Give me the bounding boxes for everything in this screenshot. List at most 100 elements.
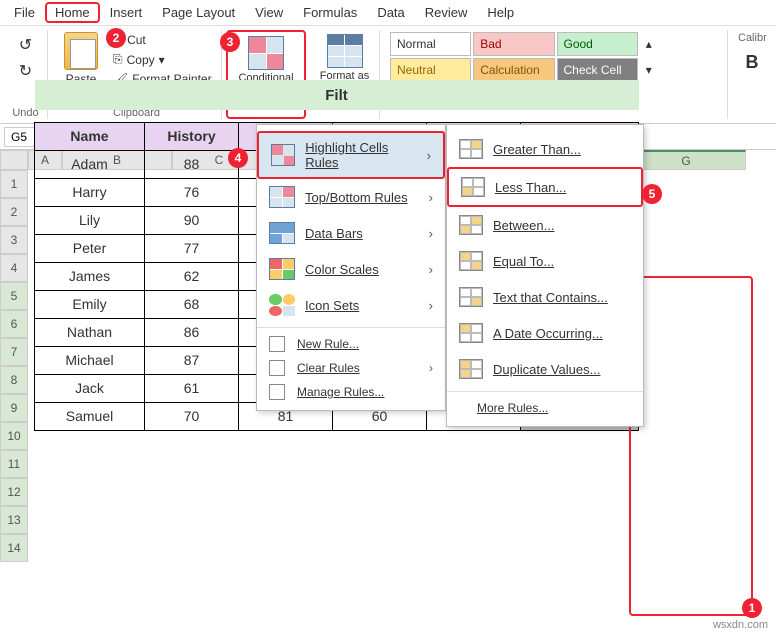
undo-button[interactable]: ↺ (16, 32, 35, 58)
menu-data[interactable]: Data (367, 2, 414, 23)
chevron-right-icon: › (429, 361, 433, 375)
style-neutral[interactable]: Neutral (390, 58, 471, 82)
row-14[interactable]: 14 (0, 534, 28, 562)
cell-name[interactable]: Jack (35, 374, 145, 402)
is-label: Icon Sets (305, 298, 359, 313)
menu-icon-sets[interactable]: Icon Sets› (257, 287, 445, 323)
mr-label: Manage Rules... (297, 385, 384, 399)
do-label: A Date Occurring... (493, 326, 603, 341)
row-2[interactable]: 2 (0, 198, 28, 226)
badge-4: 4 (228, 148, 248, 168)
style-checkcell[interactable]: Check Cell (557, 58, 638, 82)
styles-more[interactable]: ▾ (640, 58, 654, 82)
menu-review[interactable]: Review (415, 2, 478, 23)
menu-clear-rules[interactable]: Clear Rules › (257, 356, 445, 380)
cell-history[interactable]: 61 (145, 374, 239, 402)
chevron-right-icon: › (429, 226, 433, 241)
cell-name[interactable]: Emily (35, 290, 145, 318)
tc-label: Text that Contains... (493, 290, 608, 305)
cs-label: Color Scales (305, 262, 379, 277)
menu-less-than[interactable]: Less Than... (447, 167, 643, 207)
cell-history[interactable]: 86 (145, 318, 239, 346)
cell-history[interactable]: 77 (145, 234, 239, 262)
style-calculation[interactable]: Calculation (473, 58, 554, 82)
cell-history[interactable]: 87 (145, 346, 239, 374)
paste-button[interactable]: Paste (58, 32, 104, 87)
cell-name[interactable]: Peter (35, 234, 145, 262)
row-11[interactable]: 11 (0, 450, 28, 478)
cell-name[interactable]: Samuel (35, 402, 145, 430)
cell-name[interactable]: Nathan (35, 318, 145, 346)
styles-scroll-up[interactable]: ▴ (640, 32, 654, 56)
row-10[interactable]: 10 (0, 422, 28, 450)
copy-label: Copy (127, 53, 155, 67)
menu-view[interactable]: View (245, 2, 293, 23)
cell-name[interactable]: James (35, 262, 145, 290)
hcr-label: Highlight Cells Rules (305, 140, 416, 170)
gt-icon (459, 139, 483, 159)
row-13[interactable]: 13 (0, 506, 28, 534)
hcr-icon (271, 144, 295, 166)
cs-icon (269, 258, 295, 280)
menu-date-occurring[interactable]: A Date Occurring... (447, 315, 643, 351)
cell-name[interactable]: Harry (35, 178, 145, 206)
watermark: wsxdn.com (713, 619, 768, 631)
menu-greater-than[interactable]: Greater Than... (447, 131, 643, 167)
row-5[interactable]: 5 (0, 282, 28, 310)
menu-manage-rules[interactable]: Manage Rules... (257, 380, 445, 404)
copy-button[interactable]: ⎘Copy ▾ (110, 51, 215, 68)
menu-formulas[interactable]: Formulas (293, 2, 367, 23)
menu-data-bars[interactable]: Data Bars› (257, 215, 445, 251)
row-1[interactable]: 1 (0, 170, 28, 198)
bold-button[interactable]: B (738, 52, 766, 73)
menu-more-rules[interactable]: More Rules... (447, 396, 643, 420)
chevron-down-icon: ▾ (159, 53, 165, 67)
tbr-label: Top/Bottom Rules (305, 190, 408, 205)
row-4[interactable]: 4 (0, 254, 28, 282)
header-name: Name (35, 122, 145, 150)
menu-new-rule[interactable]: New Rule... (257, 332, 445, 356)
menu-text-contains[interactable]: Text that Contains... (447, 279, 643, 315)
style-good[interactable]: Good (557, 32, 638, 56)
row-7[interactable]: 7 (0, 338, 28, 366)
row-8[interactable]: 8 (0, 366, 28, 394)
lt-icon (461, 177, 485, 197)
cell-history[interactable]: 68 (145, 290, 239, 318)
managerule-icon (269, 384, 285, 400)
cell-name[interactable]: Adam (35, 150, 145, 178)
row-12[interactable]: 12 (0, 478, 28, 506)
menu-duplicate-values[interactable]: Duplicate Values... (447, 351, 643, 387)
menu-file[interactable]: File (4, 2, 45, 23)
cell-history[interactable]: 90 (145, 206, 239, 234)
cell-history[interactable]: 88 (145, 150, 239, 178)
style-bad[interactable]: Bad (473, 32, 554, 56)
row-3[interactable]: 3 (0, 226, 28, 254)
menu-help[interactable]: Help (477, 2, 524, 23)
menu-home[interactable]: Home (45, 2, 100, 23)
menu-highlight-cells-rules[interactable]: Highlight Cells Rules › (257, 131, 445, 179)
cell-history[interactable]: 70 (145, 402, 239, 430)
cr-label: Clear Rules (297, 361, 360, 375)
select-all-corner[interactable] (0, 150, 28, 170)
lt-label: Less Than... (495, 180, 566, 195)
menu-color-scales[interactable]: Color Scales› (257, 251, 445, 287)
row-9[interactable]: 9 (0, 394, 28, 422)
menu-equal-to[interactable]: Equal To... (447, 243, 643, 279)
badge-5: 5 (642, 184, 662, 204)
chevron-right-icon: › (427, 148, 431, 163)
cell-history[interactable]: 76 (145, 178, 239, 206)
redo-button[interactable]: ↻ (16, 58, 35, 84)
col-G[interactable]: G (626, 150, 746, 170)
row-6[interactable]: 6 (0, 310, 28, 338)
menu-top-bottom-rules[interactable]: Top/Bottom Rules› (257, 179, 445, 215)
cell-name[interactable]: Lily (35, 206, 145, 234)
conditional-formatting-menu: Highlight Cells Rules› Top/Bottom Rules›… (256, 124, 446, 411)
cell-history[interactable]: 62 (145, 262, 239, 290)
menu-insert[interactable]: Insert (100, 2, 153, 23)
menu-pagelayout[interactable]: Page Layout (152, 2, 245, 23)
cell-name[interactable]: Michael (35, 346, 145, 374)
eq-label: Equal To... (493, 254, 554, 269)
style-normal[interactable]: Normal (390, 32, 471, 56)
menu-between[interactable]: Between... (447, 207, 643, 243)
more-label: More Rules... (477, 401, 548, 415)
